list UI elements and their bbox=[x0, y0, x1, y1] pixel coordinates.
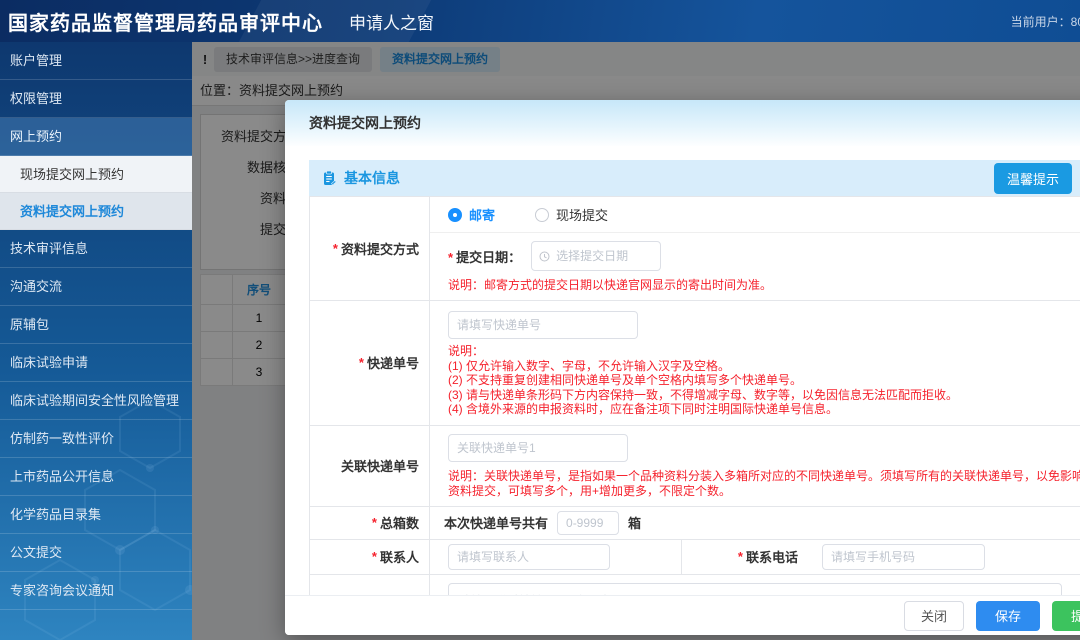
submit-date-label: 提交日期： bbox=[448, 247, 521, 266]
related-tracking-input[interactable] bbox=[448, 433, 628, 462]
sidebar-item-material-submission-appointment[interactable]: 资料提交网上预约 bbox=[0, 193, 192, 230]
related-tracking-note: 说明：关联快递单号，是指如果一个品种资料分装入多箱所对应的不同快递单号。须填写所… bbox=[448, 468, 1080, 498]
tracking-number-input[interactable] bbox=[448, 311, 638, 339]
box-count-suffix: 箱 bbox=[628, 516, 642, 531]
box-count-input[interactable] bbox=[557, 510, 620, 535]
sidebar-item-clinical-trial-application[interactable]: 临床试验申请 bbox=[0, 344, 192, 382]
radio-mail[interactable] bbox=[448, 207, 462, 222]
sidebar-item-marketed-drug-public-info[interactable]: 上市药品公开信息 bbox=[0, 458, 192, 496]
sidebar-nav: 账户管理 权限管理 网上预约 现场提交网上预约 资料提交网上预约 技术审评信息 … bbox=[0, 42, 192, 640]
sidebar-item-chemical-drug-catalog[interactable]: 化学药品目录集 bbox=[0, 496, 192, 534]
sidebar-item-technical-review-info[interactable]: 技术审评信息 bbox=[0, 230, 192, 268]
header-sheen-decoration bbox=[238, 0, 432, 42]
clipboard-edit-icon bbox=[324, 170, 337, 186]
form-row-submit-method: 资料提交方式 邮寄 现场提交 提交日期： bbox=[310, 197, 1080, 301]
current-user-label: 当前用户：80 bbox=[1010, 15, 1080, 29]
modal-title: 资料提交网上预约 bbox=[285, 100, 1080, 146]
submit-method-radio-group: 邮寄 现场提交 bbox=[430, 197, 1080, 233]
submit-date-input[interactable] bbox=[531, 241, 662, 271]
address-label: 联系地址 bbox=[310, 574, 430, 595]
radio-mail-label[interactable]: 邮寄 bbox=[469, 205, 495, 224]
submit-method-note: 说明：邮寄方式的提交日期以快递官网显示的寄出时间为准。 bbox=[448, 278, 773, 292]
box-count-label: 总箱数 bbox=[310, 506, 430, 539]
sidebar-item-raw-aux-package[interactable]: 原辅包 bbox=[0, 306, 192, 344]
sidebar-item-permission-management[interactable]: 权限管理 bbox=[0, 80, 192, 118]
contact-label: 联系人 bbox=[310, 539, 430, 574]
sidebar-item-clinical-trial-safety-risk[interactable]: 临床试验期间安全性风险管理 bbox=[0, 382, 192, 420]
form-row-tracking-number: 快递单号 说明： (1) 仅允许输入数字、字母，不允许输入汉字及空格。 (2) … bbox=[310, 301, 1080, 426]
submit-method-label: 资料提交方式 bbox=[310, 197, 430, 300]
sidebar-item-account-management[interactable]: 账户管理 bbox=[0, 42, 192, 80]
note-line: (3) 请与快递单条形码下方内容保持一致，不得增减字母、数字等，以免因信息无法匹… bbox=[448, 387, 959, 402]
phone-label: 联系电话 bbox=[682, 540, 808, 574]
radio-onsite-label[interactable]: 现场提交 bbox=[556, 205, 608, 224]
modal-footer: 关闭 保存 提交 bbox=[285, 595, 1080, 635]
submit-date-row: 提交日期： bbox=[448, 241, 1080, 271]
material-submission-modal: 资料提交网上预约 基本信息 温馨提示 资料提交方式 bbox=[285, 100, 1080, 635]
note-line: (4) 含境外来源的申报资料时，应在备注项下同时注明国际快递单号信息。 bbox=[448, 402, 839, 416]
sidebar-item-expert-meeting-notice[interactable]: 专家咨询会议通知 bbox=[0, 572, 192, 610]
sidebar-item-generic-consistency-evaluation[interactable]: 仿制药一致性评价 bbox=[0, 420, 192, 458]
basic-info-section-bar: 基本信息 温馨提示 bbox=[309, 160, 1080, 196]
sidebar-item-onsite-submission-appointment[interactable]: 现场提交网上预约 bbox=[0, 156, 192, 193]
form-row-related-tracking: 关联快递单号 说明：关联快递单号，是指如果一个品种资料分装入多箱所对应的不同快递… bbox=[310, 425, 1080, 507]
form-row-address: 联系地址 bbox=[310, 574, 1080, 595]
note-line: (2) 不支持重复创建相同快递单号及单个空格内填写多个快递单号。 bbox=[448, 373, 803, 387]
note-line: (1) 仅允许输入数字、字母，不允许输入汉字及空格。 bbox=[448, 358, 731, 373]
tracking-number-label: 快递单号 bbox=[310, 301, 430, 425]
submit-button[interactable]: 提交 bbox=[1052, 600, 1080, 631]
application-window: 国家药品监督管理局药品审评中心 申请人之窗 当前用户：80 账户管理 权限管理 … bbox=[0, 0, 1080, 640]
phone-input[interactable] bbox=[822, 543, 985, 570]
modal-body: 基本信息 温馨提示 资料提交方式 邮寄 现场提交 bbox=[285, 146, 1080, 595]
save-button[interactable]: 保存 bbox=[976, 600, 1040, 631]
sidebar-item-communication[interactable]: 沟通交流 bbox=[0, 268, 192, 306]
note-title: 说明： bbox=[448, 344, 485, 358]
top-header: 国家药品监督管理局药品审评中心 申请人之窗 当前用户：80 bbox=[0, 0, 1080, 42]
form-row-box-count: 总箱数 本次快递单号共有 箱 bbox=[310, 506, 1080, 540]
warm-tip-button[interactable]: 温馨提示 bbox=[993, 162, 1072, 194]
box-count-prefix: 本次快递单号共有 bbox=[444, 516, 549, 531]
radio-onsite[interactable] bbox=[535, 207, 550, 222]
basic-info-form: 资料提交方式 邮寄 现场提交 提交日期： bbox=[309, 196, 1080, 595]
form-row-contact: 联系人 联系电话 bbox=[310, 539, 1080, 575]
contact-input[interactable] bbox=[448, 543, 610, 570]
address-textarea[interactable] bbox=[448, 582, 1062, 595]
section-title: 基本信息 bbox=[344, 170, 400, 186]
close-button[interactable]: 关闭 bbox=[904, 600, 964, 631]
tracking-number-notes: 说明： (1) 仅允许输入数字、字母，不允许输入汉字及空格。 (2) 不支持重复… bbox=[448, 344, 1080, 417]
sidebar-item-online-appointment[interactable]: 网上预约 bbox=[0, 118, 192, 156]
sidebar-item-official-document-submission[interactable]: 公文提交 bbox=[0, 534, 192, 572]
related-tracking-label: 关联快递单号 bbox=[310, 425, 430, 506]
